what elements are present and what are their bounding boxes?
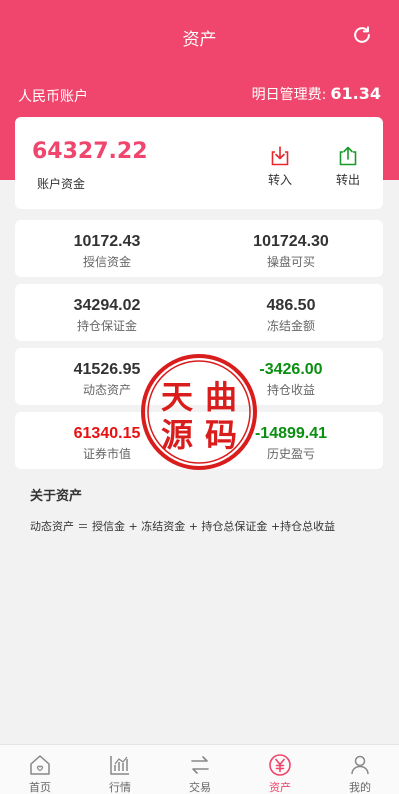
tab-label: 我的	[349, 781, 371, 794]
stat-value: 486.50	[266, 297, 316, 314]
stat-row-market: 61340.15 证券市值 -14899.41 历史盈亏	[15, 412, 383, 469]
stat-value: -3426.00	[259, 361, 323, 378]
page-title: 资产	[182, 30, 217, 50]
stat-label: 授信资金	[82, 255, 131, 269]
stat-label: 证券市值	[82, 447, 131, 461]
fee-value: 61.34	[330, 84, 381, 103]
stat-value: 34294.02	[73, 297, 141, 314]
stat-row-dynamic: 41526.95 动态资产 -3426.00 持仓收益	[15, 348, 383, 405]
tab-label: 行情	[109, 781, 131, 794]
stat-label: 持仓收益	[266, 383, 315, 397]
stat-value: -14899.41	[254, 425, 328, 442]
management-fee: 明日管理费: 61.34	[252, 84, 381, 104]
exchange-icon	[191, 756, 209, 774]
stat-dynamic-assets: 41526.95 动态资产	[15, 348, 199, 405]
stat-label: 冻结金额	[266, 319, 315, 333]
stat-value: 101724.30	[253, 233, 329, 250]
tab-bar: 首页 行情 交易 资产 我的	[0, 744, 399, 794]
user-icon	[351, 755, 369, 775]
balance-label: 账户资金	[37, 177, 86, 191]
tab-market[interactable]: 行情	[80, 745, 160, 794]
stat-market-value: 61340.15 证券市值	[15, 412, 199, 469]
transfer-in-label: 转入	[267, 173, 292, 187]
stat-frozen: 486.50 冻结金额	[199, 284, 383, 341]
fee-label: 明日管理费:	[251, 87, 327, 103]
chart-icon	[110, 756, 129, 775]
upload-icon	[339, 146, 357, 166]
stat-credit-funds: 10172.43 授信资金	[15, 220, 199, 277]
about-formula: 动态资产 ＝ 授信金 + 冻结资金 + 持仓总保证金 +持仓总收益	[30, 520, 336, 533]
account-row: 人民币账户 明日管理费: 61.34	[18, 84, 381, 106]
yen-icon	[269, 754, 291, 776]
stat-label: 历史盈亏	[266, 447, 315, 461]
stat-value: 41526.95	[73, 361, 141, 378]
stat-position-margin: 34294.02 持仓保证金	[15, 284, 199, 341]
refresh-icon[interactable]	[351, 24, 373, 46]
balance-amount: 64327.22	[32, 139, 148, 164]
tab-assets[interactable]: 资产	[240, 745, 320, 794]
stat-value: 61340.15	[73, 425, 141, 442]
stat-label: 动态资产	[82, 383, 131, 397]
balance-card: 64327.22 账户资金 转入 转出	[15, 117, 383, 209]
tab-label: 交易	[189, 781, 211, 794]
stat-label: 操盘可买	[266, 255, 315, 269]
tab-trade[interactable]: 交易	[160, 745, 240, 794]
stat-tradable: 101724.30 操盘可买	[199, 220, 383, 277]
tab-label: 首页	[29, 781, 51, 794]
transfer-in-button[interactable]: 转入	[258, 145, 302, 188]
stat-row-margin: 34294.02 持仓保证金 486.50 冻结金额	[15, 284, 383, 341]
tab-label: 资产	[269, 781, 291, 794]
tab-mine[interactable]: 我的	[320, 745, 399, 794]
home-icon	[30, 755, 50, 775]
stat-value: 10172.43	[73, 233, 141, 250]
account-label: 人民币账户	[18, 89, 88, 105]
stat-label: 持仓保证金	[76, 319, 137, 333]
stat-position-pnl: -3426.00 持仓收益	[199, 348, 383, 405]
stat-history-pnl: -14899.41 历史盈亏	[199, 412, 383, 469]
about-section: 关于资产 动态资产 ＝ 授信金 + 冻结资金 + 持仓总保证金 +持仓总收益	[30, 485, 335, 534]
transfer-out-label: 转出	[335, 173, 360, 187]
download-icon	[271, 146, 289, 166]
about-title: 关于资产	[30, 489, 83, 504]
tab-home[interactable]: 首页	[0, 745, 80, 794]
stat-row-credit: 10172.43 授信资金 101724.30 操盘可买	[15, 220, 383, 277]
transfer-out-button[interactable]: 转出	[326, 145, 370, 188]
